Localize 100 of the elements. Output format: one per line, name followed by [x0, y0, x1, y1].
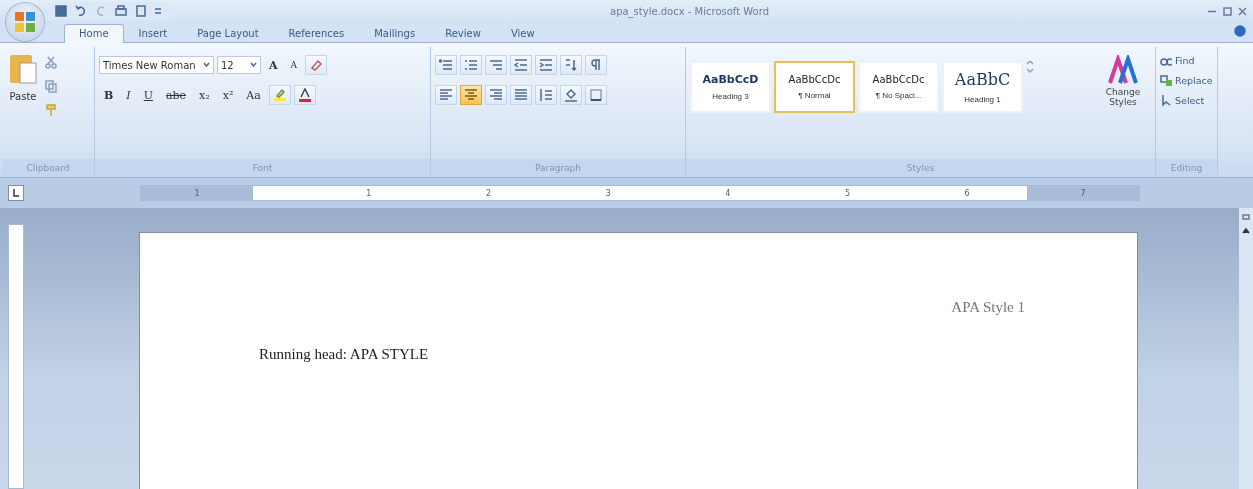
- ribbon-tab[interactable]: Review: [430, 24, 496, 43]
- editing-button[interactable]: Replace: [1160, 73, 1213, 87]
- print-preview-icon: [134, 4, 148, 18]
- numbered-list-icon: [464, 58, 478, 72]
- style-item[interactable]: AaBbC Heading 1: [942, 61, 1023, 113]
- ribbon-tab[interactable]: Home: [64, 24, 124, 43]
- highlight-button[interactable]: [268, 85, 291, 105]
- scrollbar[interactable]: [1239, 208, 1253, 489]
- ruler-number: 6: [964, 188, 970, 198]
- change-styles-label: Change Styles: [1104, 87, 1142, 107]
- change-styles-button[interactable]: Change Styles: [1095, 47, 1151, 159]
- ruler-number: 3: [605, 188, 611, 198]
- ruler-number: 2: [485, 188, 492, 198]
- office-logo-icon: [14, 11, 36, 33]
- align-button[interactable]: [485, 85, 507, 105]
- indent-icon: [514, 58, 528, 72]
- editing-button[interactable]: Find: [1160, 53, 1213, 67]
- paste-button[interactable]: Paste: [6, 47, 40, 159]
- eraser-icon: [309, 58, 324, 72]
- decrease-indent-button[interactable]: [510, 55, 532, 75]
- show-marks-button[interactable]: [585, 55, 607, 75]
- format-button[interactable]: x₂: [194, 85, 215, 105]
- style-preview: AaBbCcDc: [872, 74, 925, 85]
- format-button[interactable]: x²: [217, 85, 239, 105]
- align-icon: [489, 88, 503, 102]
- editing-button[interactable]: Select: [1160, 93, 1213, 107]
- ruler-number: 1: [366, 188, 372, 198]
- bullet-list-icon: [439, 58, 453, 72]
- grow-font-button[interactable]: A: [264, 55, 283, 75]
- increase-indent-button[interactable]: [535, 55, 557, 75]
- format-button[interactable]: abe: [160, 85, 192, 105]
- font-color-icon: [297, 88, 312, 102]
- format-painter-icon: [44, 103, 58, 117]
- style-name: ¶ Normal: [798, 91, 831, 100]
- style-item[interactable]: AaBbCcD Heading 3: [690, 61, 771, 113]
- undo-icon: [74, 4, 88, 18]
- group-label: Paragraph: [431, 159, 685, 177]
- sort-button[interactable]: [560, 55, 582, 75]
- numbering-button[interactable]: [460, 55, 482, 75]
- help-icon: [1233, 23, 1247, 38]
- ruler-number: 1: [194, 188, 200, 198]
- shading-button[interactable]: [560, 85, 582, 105]
- style-name: ¶ No Spaci...: [875, 91, 922, 100]
- line-spacing-button[interactable]: [535, 85, 557, 105]
- group-label: Clipboard: [2, 159, 94, 177]
- left-tab-icon: [12, 186, 20, 200]
- shrink-font-button[interactable]: A: [285, 55, 303, 75]
- style-name: Heading 3: [712, 92, 749, 101]
- replace-icon: [1160, 73, 1172, 87]
- format-button[interactable]: B: [99, 85, 119, 105]
- format-button[interactable]: I: [121, 85, 136, 105]
- align-button[interactable]: [460, 85, 482, 105]
- style-preview: AaBbCcDc: [788, 74, 841, 85]
- group-label: Editing: [1156, 159, 1217, 177]
- bullets-button[interactable]: [435, 55, 457, 75]
- ruler-number: 4: [725, 188, 731, 198]
- font-color-button[interactable]: [293, 85, 316, 105]
- style-preview: AaBbCcD: [702, 73, 759, 86]
- ribbon-tab[interactable]: References: [273, 24, 360, 43]
- minimize-icon: [1207, 9, 1217, 13]
- style-preview: AaBbC: [954, 70, 1011, 89]
- multilevel-list-icon: [489, 58, 503, 72]
- format-button[interactable]: Aa: [241, 85, 266, 105]
- scissors-icon: [44, 55, 58, 69]
- font-size-field[interactable]: 12: [217, 56, 261, 74]
- ribbon-tab[interactable]: Mailings: [359, 24, 431, 43]
- line-spacing-icon: [539, 88, 553, 102]
- restore-icon: [1223, 6, 1232, 16]
- indent-icon: [539, 58, 553, 72]
- ruler-number: 7: [1080, 188, 1086, 198]
- close-icon: [1238, 6, 1247, 16]
- align-button[interactable]: [435, 85, 457, 105]
- print-icon: [114, 4, 128, 18]
- cursor-icon: [1160, 93, 1172, 107]
- ribbon-tab[interactable]: Page Layout: [182, 24, 274, 43]
- sort-icon: [564, 58, 578, 72]
- font-name-field[interactable]: Times New Roman: [99, 56, 214, 74]
- multilevel-list-button[interactable]: [485, 55, 507, 75]
- style-item[interactable]: AaBbCcDc ¶ Normal: [774, 61, 855, 113]
- format-button[interactable]: U: [138, 85, 158, 105]
- ribbon-tab[interactable]: View: [495, 24, 550, 43]
- group-label: Font: [95, 159, 430, 177]
- align-icon: [514, 88, 528, 102]
- paint-bucket-icon: [564, 88, 578, 102]
- ruler-number: 5: [844, 188, 850, 198]
- group-label: Styles: [686, 159, 1155, 177]
- style-item[interactable]: AaBbCcDc ¶ No Spaci...: [858, 61, 939, 113]
- ribbon-tab[interactable]: Insert: [123, 24, 183, 43]
- clear-formatting-button[interactable]: [305, 55, 328, 75]
- align-icon: [439, 88, 453, 102]
- borders-icon: [589, 88, 603, 102]
- window-title: apa_style.docx - Microsoft Word: [610, 5, 769, 17]
- save-icon: [54, 4, 68, 18]
- change-styles-icon: [1108, 55, 1138, 85]
- split-icon: [1242, 214, 1250, 220]
- tab-selector[interactable]: [8, 185, 24, 201]
- borders-button[interactable]: [585, 85, 607, 105]
- pilcrow-icon: [589, 58, 603, 72]
- page-header: APA Style 1: [951, 299, 1025, 316]
- align-button[interactable]: [510, 85, 532, 105]
